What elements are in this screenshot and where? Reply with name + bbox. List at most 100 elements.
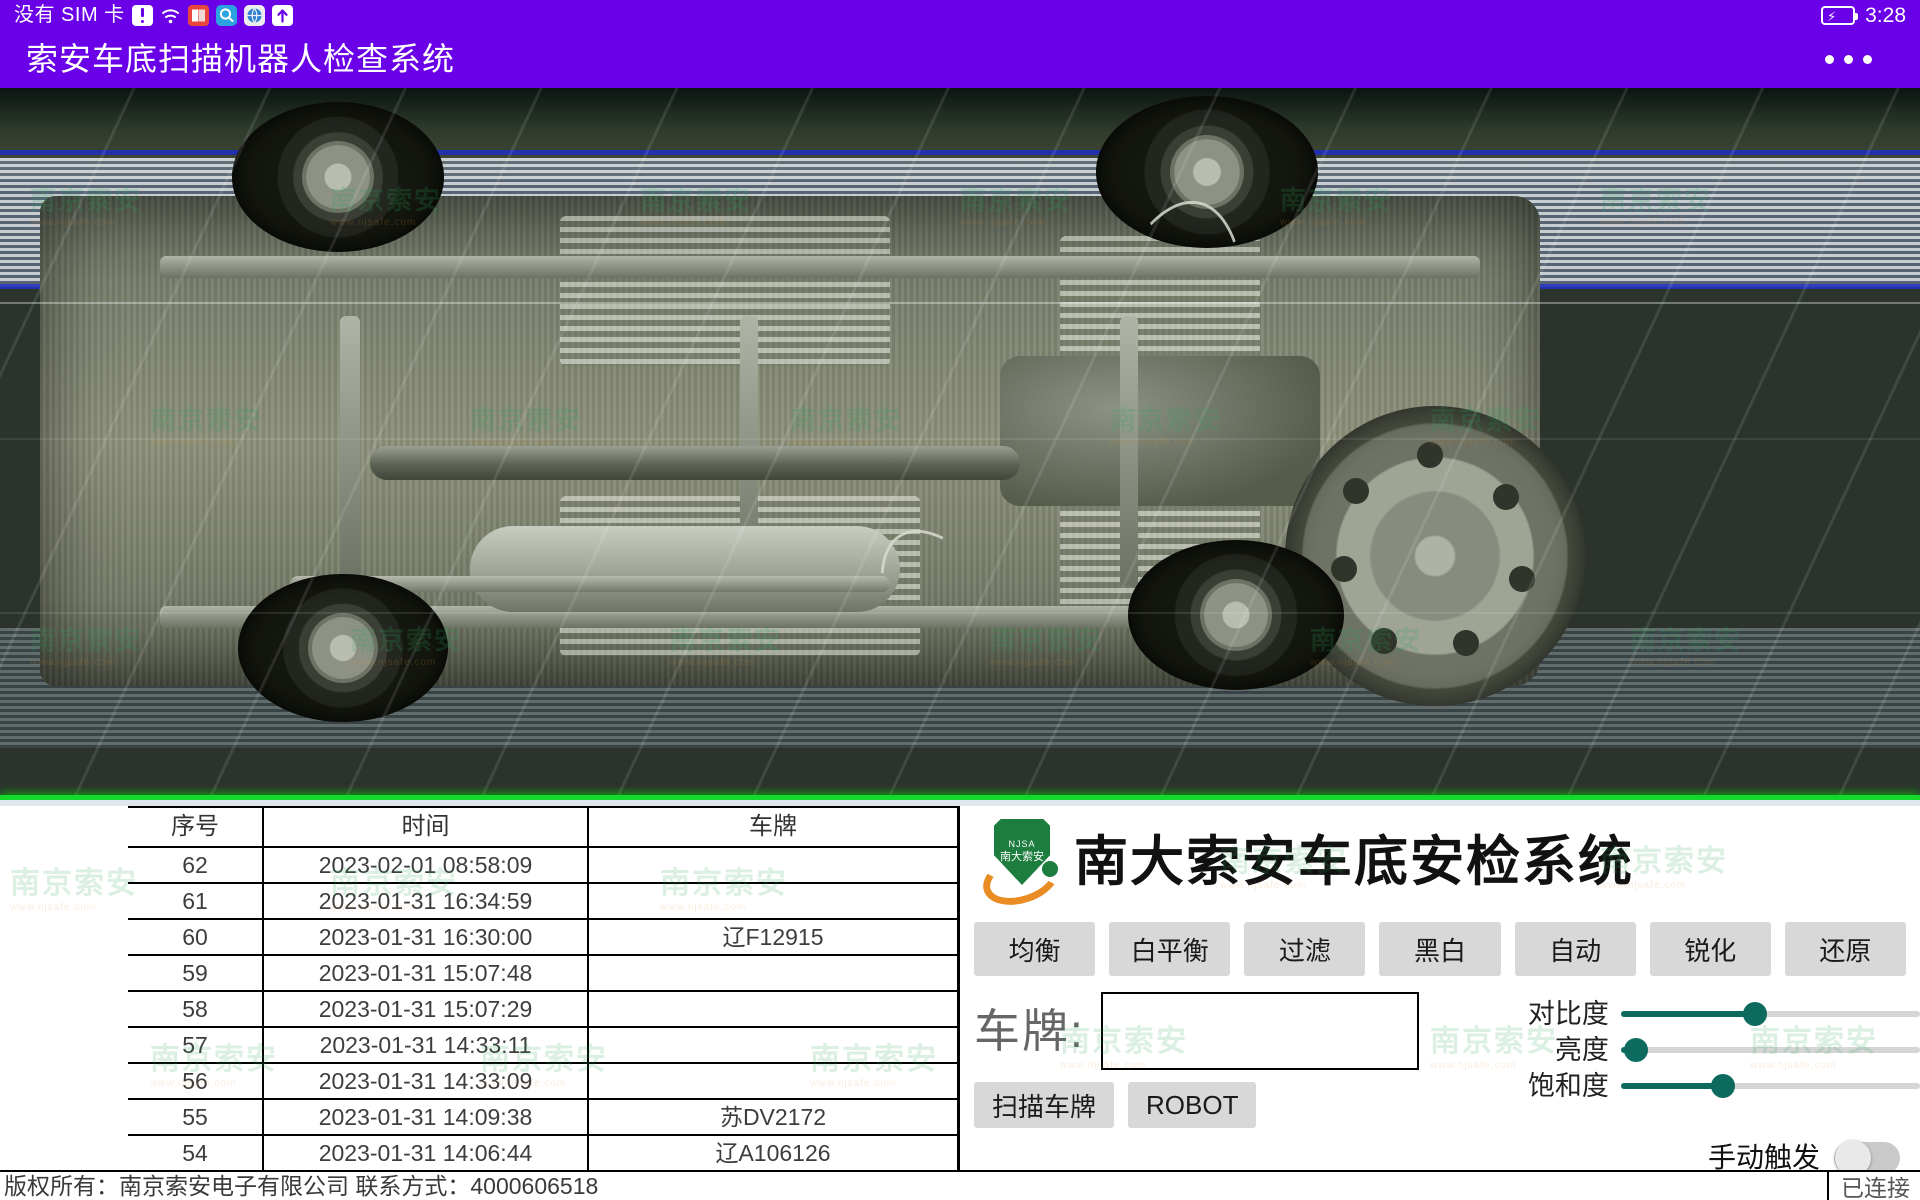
plate-input[interactable] (1100, 992, 1419, 1070)
front-right-wheel (238, 574, 448, 722)
overflow-menu-button[interactable] (1825, 54, 1894, 64)
chassis-rail (160, 256, 1480, 278)
wheel-lug (1343, 478, 1369, 504)
wheel-hub (1170, 135, 1244, 209)
table-row[interactable]: 61 2023-01-31 16:34:59 (0, 882, 959, 920)
slider-label-saturation: 饱和度 (1527, 1070, 1609, 1101)
plate-input-line: 车牌: (974, 992, 1493, 1070)
drive-shaft (370, 446, 1020, 480)
table-row[interactable]: 62 2023-02-01 08:58:09 (0, 846, 959, 884)
overflow-dot (1825, 54, 1834, 64)
plate-and-sliders-row: 车牌: 扫描车牌 ROBOT 对比度 亮度 饱和度 (960, 992, 1920, 1128)
overflow-dot (1863, 54, 1872, 64)
cell-time: 2023-01-31 14:09:38 (262, 1098, 589, 1136)
chassis-crossmember (340, 316, 360, 586)
slider-row-brightness: 亮度 (1501, 1032, 1920, 1068)
slider-fill (1620, 1083, 1723, 1089)
cell-plate (587, 1026, 959, 1064)
cell-id: 60 (128, 918, 264, 956)
row-spacer (0, 991, 128, 1027)
slider-row-contrast: 对比度 (1501, 996, 1920, 1032)
row-spacer (0, 919, 128, 955)
scan-records-table-wrapper[interactable]: 序号 时间 车牌 62 2023-02-01 08:58:09 61 2023-… (0, 806, 959, 1172)
cell-id: 61 (128, 882, 264, 920)
cell-id: 59 (128, 954, 264, 992)
table-row[interactable]: 54 2023-01-31 14:06:44 辽A106126 (0, 1134, 959, 1172)
wheel-hub (1200, 579, 1272, 651)
column-header-id: 序号 (128, 806, 264, 848)
search-icon (215, 4, 237, 26)
row-spacer (0, 883, 128, 919)
cell-plate: 辽F12915 (587, 918, 959, 956)
scan-plate-button[interactable]: 扫描车牌 (974, 1082, 1115, 1128)
image-filter-button-row: 均衡 白平衡 过滤 黑白 自动 锐化 还原 (960, 922, 1920, 976)
cell-time: 2023-01-31 16:34:59 (262, 882, 589, 920)
scan-artifact (0, 438, 1920, 440)
table-row[interactable]: 60 2023-01-31 16:30:00 辽F12915 (0, 918, 959, 956)
cell-time: 2023-01-31 14:06:44 (262, 1134, 589, 1172)
cell-time: 2023-01-31 16:30:00 (262, 918, 589, 956)
filter-button-equalize[interactable]: 均衡 (974, 922, 1096, 976)
filter-button-sharpen[interactable]: 锐化 (1649, 922, 1771, 976)
table-row[interactable]: 55 2023-01-31 14:09:38 苏DV2172 (0, 1098, 959, 1136)
cell-plate: 苏DV2172 (587, 1098, 959, 1136)
cell-time: 2023-01-31 14:33:09 (262, 1062, 589, 1100)
footer-bar: 版权所有：南京索安电子有限公司 联系方式：4000606518 已连接 (0, 1170, 1920, 1200)
slider-knob[interactable] (1743, 1002, 1768, 1026)
cell-id: 55 (128, 1098, 264, 1136)
row-spacer (0, 955, 128, 991)
cell-plate (587, 846, 959, 884)
table-row[interactable]: 57 2023-01-31 14:33:11 (0, 1026, 959, 1064)
wheel-hub (302, 141, 374, 213)
cell-time: 2023-01-31 14:33:11 (262, 1026, 589, 1064)
copyright-label: 版权所有：南京索安电子有限公司 联系方式：4000606518 (4, 1172, 599, 1199)
table-row[interactable]: 59 2023-01-31 15:07:48 (0, 954, 959, 992)
table-row[interactable]: 58 2023-01-31 15:07:29 (0, 990, 959, 1028)
row-spacer (0, 1027, 128, 1063)
status-bar: 没有 SIM 卡 ⚡ 3:28 (0, 0, 1920, 30)
cell-plate: 辽A106126 (587, 1134, 959, 1172)
slider-label-contrast: 对比度 (1527, 998, 1609, 1029)
filter-button-grayscale[interactable]: 黑白 (1379, 922, 1501, 976)
manual-trigger-label: 手动触发 (1707, 1142, 1820, 1173)
plate-section: 车牌: 扫描车牌 ROBOT (974, 992, 1493, 1128)
cell-id: 57 (128, 1026, 264, 1064)
cell-id: 56 (128, 1062, 264, 1100)
row-spacer (0, 1099, 128, 1135)
overflow-dot (1844, 54, 1853, 64)
slider-contrast[interactable] (1620, 1002, 1920, 1026)
front-left-wheel (232, 102, 444, 252)
wheel-lug (1493, 484, 1519, 510)
table-header-row: 序号 时间 车牌 (0, 806, 959, 848)
filter-button-white-balance[interactable]: 白平衡 (1109, 922, 1231, 976)
cell-plate (587, 1062, 959, 1100)
cell-id: 54 (128, 1134, 264, 1172)
status-bar-right: ⚡ 3:28 (1821, 5, 1906, 26)
wheel-lug (1417, 442, 1443, 468)
scan-artifact (0, 302, 1920, 304)
undercarriage-scan-image[interactable]: 南京索安 www.njsafe.com 南京索安 www.njsafe.com 南京… (0, 88, 1920, 806)
filter-button-filter[interactable]: 过滤 (1244, 922, 1366, 976)
slider-brightness[interactable] (1620, 1038, 1920, 1062)
cell-plate (587, 990, 959, 1028)
rear-right-wheel (1128, 540, 1344, 690)
status-bar-left: 没有 SIM 卡 (14, 4, 293, 26)
slider-saturation[interactable] (1620, 1074, 1920, 1098)
slider-knob[interactable] (1710, 1074, 1735, 1098)
browser-icon (243, 4, 265, 26)
table-row[interactable]: 56 2023-01-31 14:33:09 (0, 1062, 959, 1100)
wifi-icon (160, 5, 181, 26)
carrier-label: 没有 SIM 卡 (14, 4, 125, 26)
column-header-time: 时间 (262, 806, 589, 848)
filter-button-restore[interactable]: 还原 (1784, 922, 1906, 976)
logo-dot (1042, 861, 1058, 877)
clock-label: 3:28 (1865, 3, 1906, 27)
cell-id: 58 (128, 990, 264, 1028)
cell-plate (587, 882, 959, 920)
filter-button-auto[interactable]: 自动 (1514, 922, 1636, 976)
slider-knob[interactable] (1623, 1038, 1648, 1062)
upload-icon (271, 4, 293, 26)
plate-label: 车牌: (974, 1005, 1085, 1057)
robot-button[interactable]: ROBOT (1128, 1082, 1257, 1128)
column-header-plate: 车牌 (587, 806, 959, 848)
